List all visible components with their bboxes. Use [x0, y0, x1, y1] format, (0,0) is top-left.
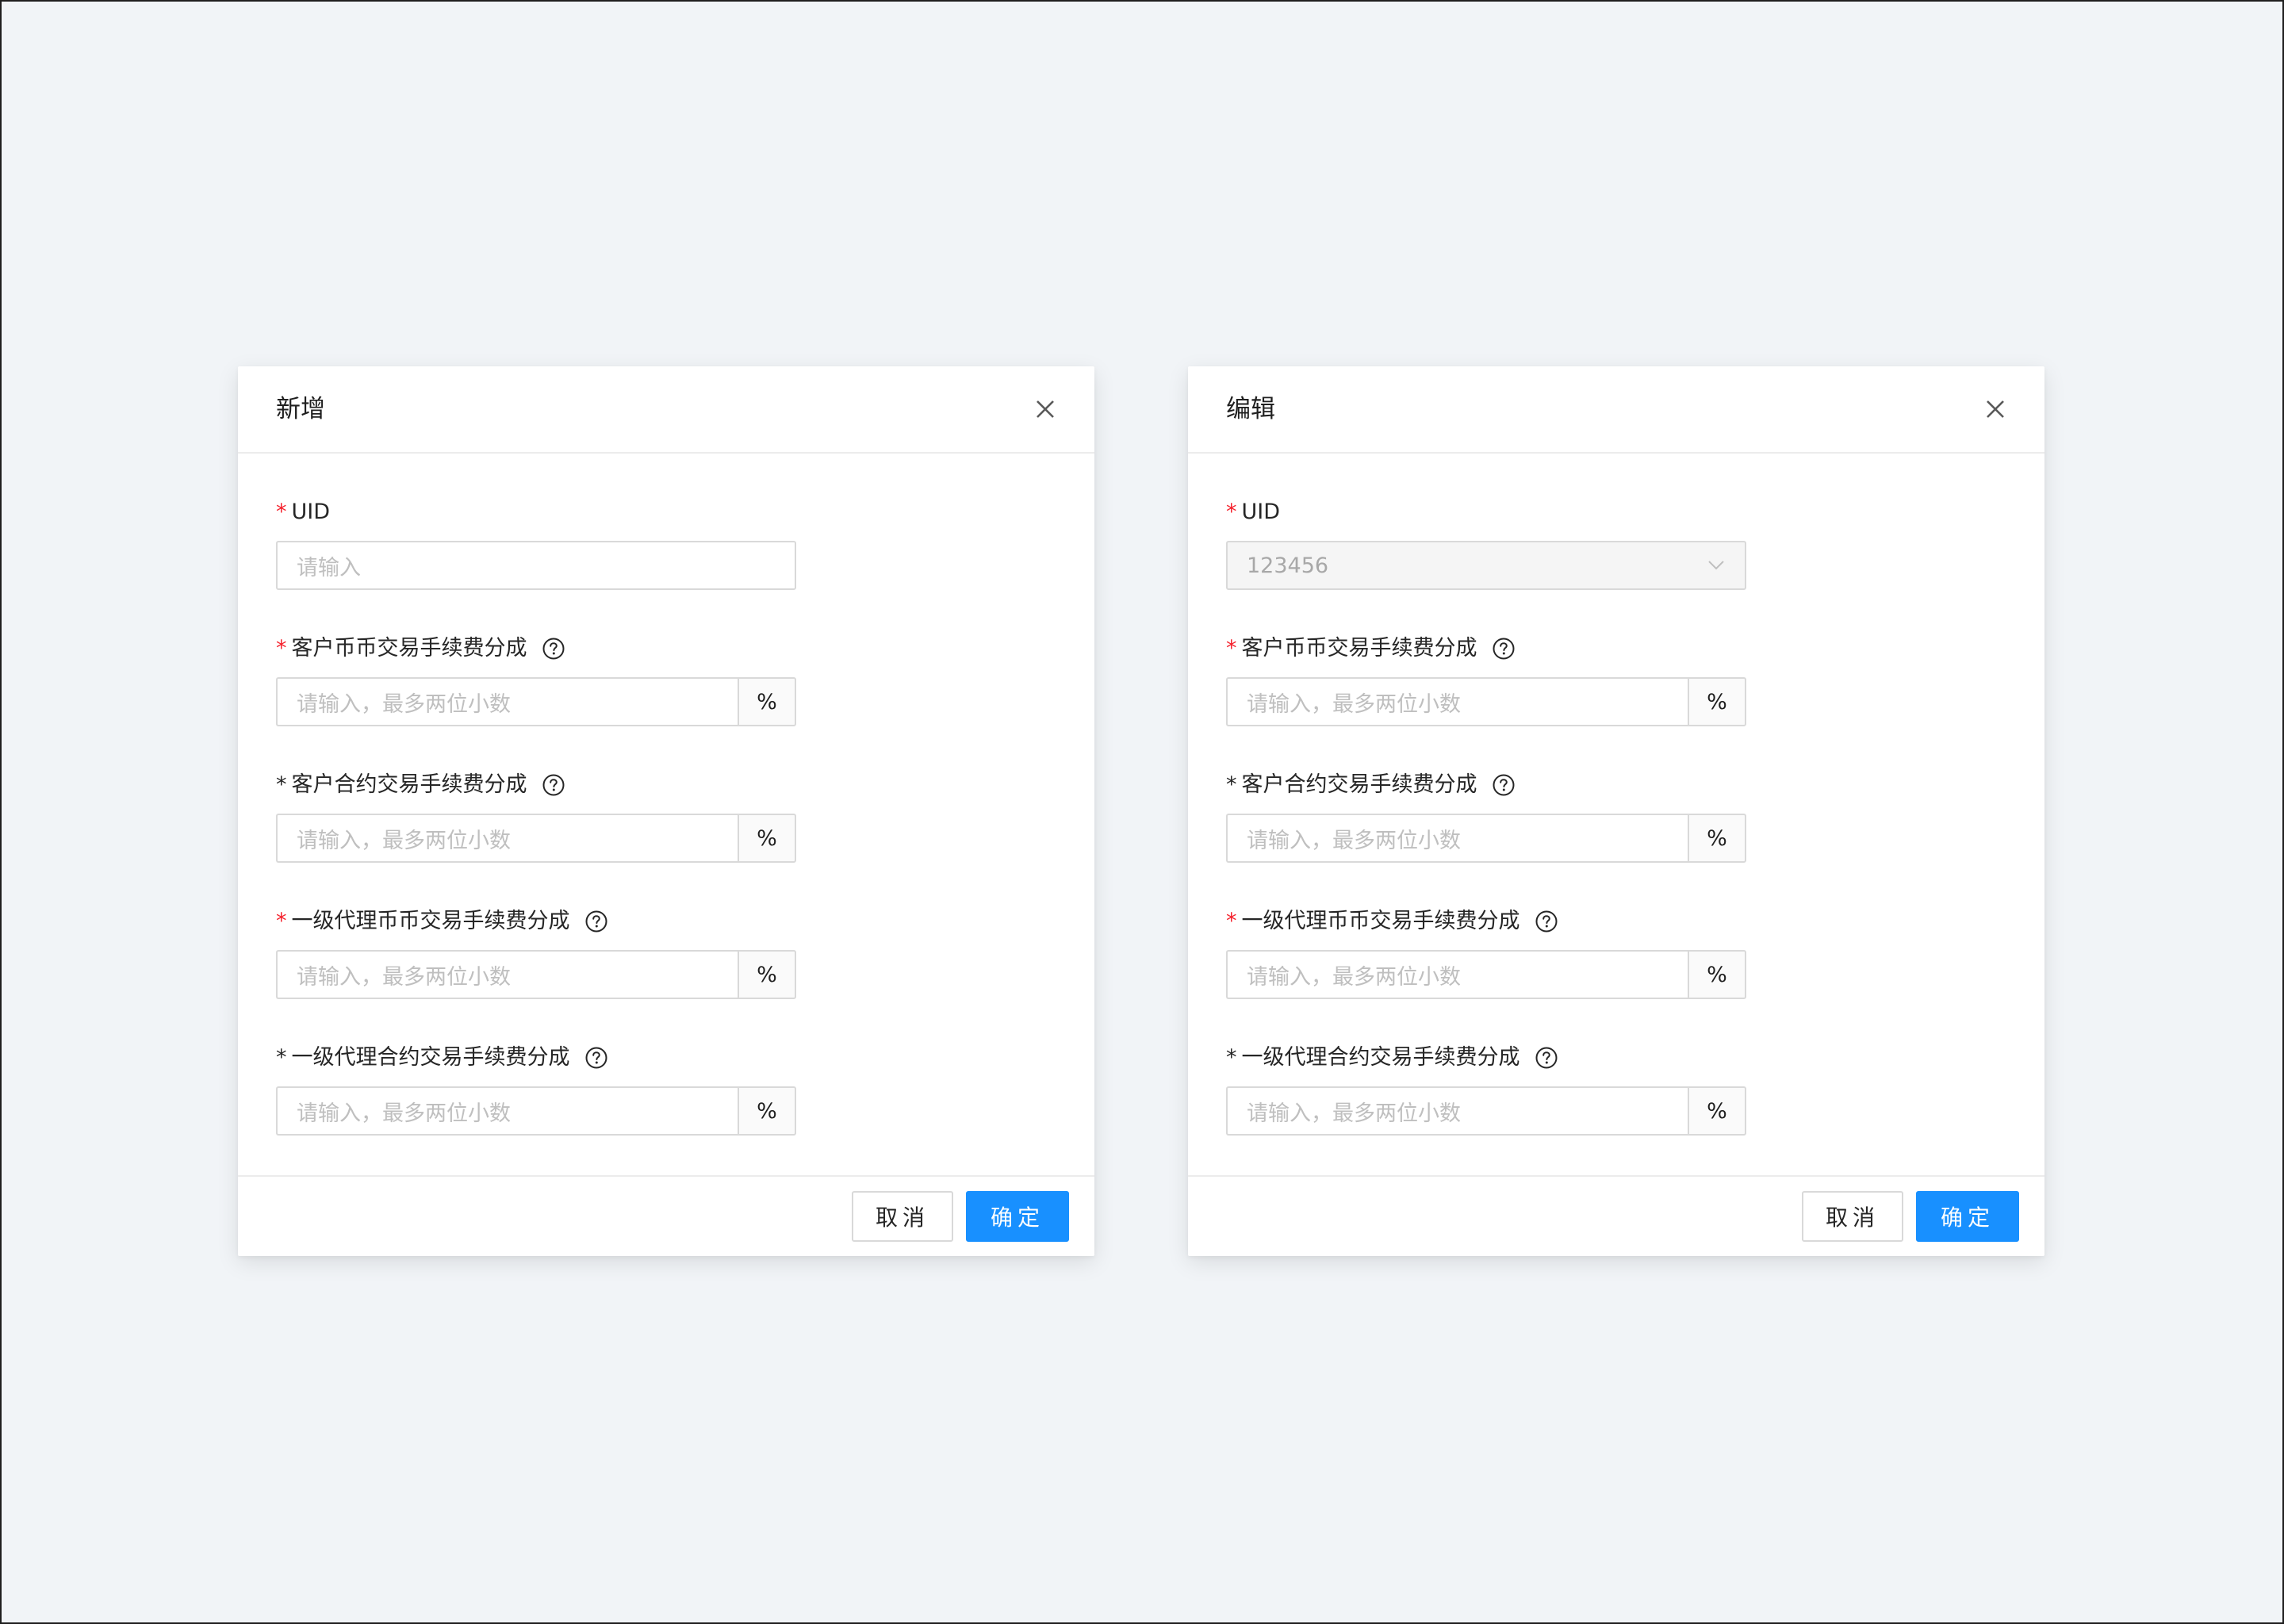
agent-contract-fee-label: * 一级代理合约交易手续费分成: [276, 1042, 608, 1074]
customer-contract-fee-input-group: 请输入，最多两位小数 %: [276, 814, 796, 863]
confirm-button[interactable]: 确定: [966, 1191, 1069, 1242]
required-mark: *: [1226, 909, 1237, 933]
customer-spot-fee-input-group: 请输入，最多两位小数 %: [276, 677, 796, 726]
customer-spot-fee-input[interactable]: 请输入，最多两位小数: [276, 677, 738, 726]
customer-spot-fee-input-group: 请输入，最多两位小数 %: [1226, 677, 1746, 726]
agent-spot-fee-input[interactable]: 请输入，最多两位小数: [1226, 950, 1688, 999]
agent-contract-fee-input-group: 请输入，最多两位小数 %: [276, 1086, 796, 1136]
agent-spot-fee-label: * 一级代理币币交易手续费分成: [276, 906, 608, 937]
percent-addon: %: [738, 950, 796, 999]
agent-spot-fee-input-group: 请输入，最多两位小数 %: [1226, 950, 1746, 999]
confirm-button[interactable]: 确定: [1916, 1191, 2019, 1242]
uid-input[interactable]: 请输入: [276, 541, 796, 590]
agent-spot-fee-label-text: 一级代理币币交易手续费分成: [291, 909, 570, 933]
question-circle-icon[interactable]: [584, 910, 608, 933]
uid-label: * UID: [276, 496, 330, 528]
customer-contract-fee-input-group: 请输入，最多两位小数 %: [1226, 814, 1746, 863]
uid-select[interactable]: 123456: [1226, 541, 1746, 590]
percent-addon: %: [738, 1086, 796, 1136]
percent-addon: %: [1688, 1086, 1746, 1136]
cancel-button[interactable]: 取消: [1802, 1191, 1903, 1242]
customer-contract-fee-label-text: 客户合约交易手续费分成: [291, 772, 527, 797]
uid-label: * UID: [1226, 496, 1280, 528]
edit-dialog: 编辑 * UID 123456 * 客户币币交易手续费分成 请输入，最多两位小数…: [1188, 366, 2044, 1256]
percent-addon: %: [1688, 677, 1746, 726]
customer-spot-fee-label: * 客户币币交易手续费分成: [1226, 633, 1516, 665]
agent-spot-fee-label-text: 一级代理币币交易手续费分成: [1241, 909, 1520, 933]
agent-contract-fee-label-text: 一级代理合约交易手续费分成: [291, 1045, 570, 1070]
agent-contract-fee-input-group: 请输入，最多两位小数 %: [1226, 1086, 1746, 1136]
question-circle-icon[interactable]: [542, 773, 565, 797]
customer-contract-fee-input[interactable]: 请输入，最多两位小数: [276, 814, 738, 863]
percent-addon: %: [738, 677, 796, 726]
dialog-title: 新增: [276, 395, 325, 423]
uid-input-placeholder: 请输入: [297, 555, 361, 580]
customer-spot-fee-label-text: 客户币币交易手续费分成: [291, 636, 527, 661]
uid-label-text: UID: [291, 500, 331, 524]
question-circle-icon[interactable]: [1492, 773, 1516, 797]
customer-contract-fee-input[interactable]: 请输入，最多两位小数: [1226, 814, 1688, 863]
percent-addon: %: [1688, 814, 1746, 863]
customer-contract-fee-label: * 客户合约交易手续费分成: [276, 769, 565, 801]
dialog-header: 编辑: [1188, 366, 2044, 454]
question-circle-icon[interactable]: [584, 1046, 608, 1070]
dialog-title: 编辑: [1226, 395, 1275, 423]
percent-addon: %: [1688, 950, 1746, 999]
required-mark: *: [1226, 772, 1237, 797]
cancel-button[interactable]: 取消: [852, 1191, 953, 1242]
question-circle-icon[interactable]: [1492, 637, 1516, 661]
customer-contract-fee-label-text: 客户合约交易手续费分成: [1241, 772, 1477, 797]
question-circle-icon[interactable]: [1535, 910, 1558, 933]
agent-contract-fee-input[interactable]: 请输入，最多两位小数: [276, 1086, 738, 1136]
agent-contract-fee-input[interactable]: 请输入，最多两位小数: [1226, 1086, 1688, 1136]
dialog-header: 新增: [238, 366, 1094, 454]
input-placeholder: 请输入，最多两位小数: [297, 828, 511, 853]
input-placeholder: 请输入，最多两位小数: [1247, 691, 1461, 717]
customer-spot-fee-input[interactable]: 请输入，最多两位小数: [1226, 677, 1688, 726]
agent-spot-fee-label: * 一级代理币币交易手续费分成: [1226, 906, 1558, 937]
question-circle-icon[interactable]: [542, 637, 565, 661]
agent-contract-fee-label: * 一级代理合约交易手续费分成: [1226, 1042, 1558, 1074]
close-icon[interactable]: [1028, 392, 1063, 427]
required-mark: *: [276, 909, 287, 933]
agent-spot-fee-input[interactable]: 请输入，最多两位小数: [276, 950, 738, 999]
dialog-footer: 取消 确定: [1188, 1175, 2044, 1256]
input-placeholder: 请输入，最多两位小数: [297, 691, 511, 717]
customer-spot-fee-label-text: 客户币币交易手续费分成: [1241, 636, 1477, 661]
add-dialog: 新增 * UID 请输入 * 客户币币交易手续费分成 请输入，最多两位小数 % …: [238, 366, 1094, 1256]
agent-spot-fee-input-group: 请输入，最多两位小数 %: [276, 950, 796, 999]
required-mark: *: [276, 772, 287, 797]
required-mark: *: [276, 1045, 287, 1070]
question-circle-icon[interactable]: [1535, 1046, 1558, 1070]
customer-contract-fee-label: * 客户合约交易手续费分成: [1226, 769, 1516, 801]
uid-select-value: 123456: [1247, 553, 1329, 578]
required-mark: *: [1226, 636, 1237, 661]
input-placeholder: 请输入，最多两位小数: [1247, 828, 1461, 853]
percent-addon: %: [738, 814, 796, 863]
dialog-footer: 取消 确定: [238, 1175, 1094, 1256]
input-placeholder: 请输入，最多两位小数: [1247, 1101, 1461, 1126]
required-mark: *: [1226, 1045, 1237, 1070]
required-mark: *: [276, 500, 287, 524]
input-placeholder: 请输入，最多两位小数: [297, 964, 511, 990]
chevron-down-icon: [1705, 554, 1727, 576]
required-mark: *: [276, 636, 287, 661]
close-icon[interactable]: [1978, 392, 2013, 427]
customer-spot-fee-label: * 客户币币交易手续费分成: [276, 633, 565, 665]
uid-label-text: UID: [1241, 500, 1281, 524]
agent-contract-fee-label-text: 一级代理合约交易手续费分成: [1241, 1045, 1520, 1070]
required-mark: *: [1226, 500, 1237, 524]
input-placeholder: 请输入，最多两位小数: [1247, 964, 1461, 990]
input-placeholder: 请输入，最多两位小数: [297, 1101, 511, 1126]
